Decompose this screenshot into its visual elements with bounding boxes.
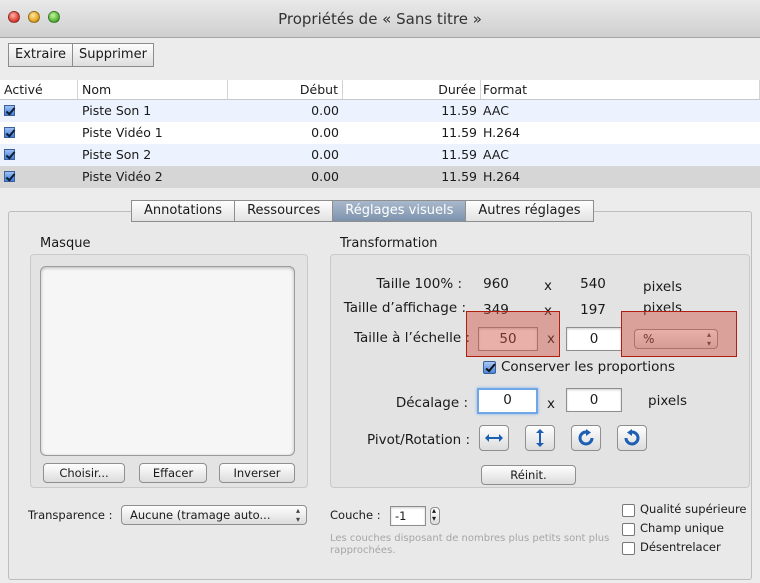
times-symbol: x <box>547 396 555 412</box>
size-100-label: Taille 100% : <box>376 276 462 292</box>
table-body: Piste Son 1 0.00 11.59 AAC Piste Vidéo 1… <box>0 100 760 188</box>
flip-vertical-button[interactable] <box>525 425 555 451</box>
choose-mask-button[interactable]: Choisir... <box>43 463 125 483</box>
clear-mask-button[interactable]: Effacer <box>139 463 207 483</box>
layer-label: Couche : <box>330 508 381 522</box>
times-symbol: x <box>544 278 552 294</box>
track-format: AAC <box>483 147 509 162</box>
layer-stepper[interactable] <box>430 506 440 525</box>
keep-proportions-label: Conserver les proportions <box>501 359 676 375</box>
enabled-checkbox[interactable] <box>4 105 15 116</box>
tab-annotations[interactable]: Annotations <box>131 200 236 222</box>
tracks-table: Activé Nom Début Durée Format Piste Son … <box>0 80 760 188</box>
window-title: Propriétés de « Sans titre » <box>278 10 482 28</box>
enabled-checkbox[interactable] <box>4 127 15 138</box>
extract-button[interactable]: Extraire <box>8 43 73 67</box>
high-quality-checkbox[interactable] <box>622 504 635 517</box>
rotate-cw-icon <box>578 429 594 446</box>
column-header-duration[interactable]: Durée <box>343 80 481 99</box>
layer-note: Les couches disposant de nombres plus pe… <box>330 533 610 556</box>
pivot-rotation-label: Pivot/Rotation : <box>367 432 470 448</box>
scale-size-label: Taille à l’échelle : <box>354 330 470 346</box>
display-height: 197 <box>580 302 606 318</box>
transparency-label: Transparence : <box>28 508 113 522</box>
enabled-checkbox[interactable] <box>4 149 15 160</box>
rotate-ccw-icon <box>624 429 640 446</box>
scale-width-highlight <box>466 311 560 357</box>
column-header-format[interactable]: Format <box>481 80 760 99</box>
pixels-unit: pixels <box>643 279 682 295</box>
properties-window: Propriétés de « Sans titre » Extraire Su… <box>0 0 760 583</box>
mask-image-well[interactable] <box>40 266 295 456</box>
rotate-counterclockwise-button[interactable] <box>617 425 647 451</box>
offset-y-input[interactable]: 0 <box>566 388 622 412</box>
deinterlace-checkbox[interactable] <box>622 542 635 555</box>
transparency-value: Aucune (tramage auto... <box>130 508 271 522</box>
table-row-selected[interactable]: Piste Vidéo 2 0.00 11.59 H.264 <box>0 166 760 188</box>
size-100-width: 960 <box>483 276 509 292</box>
arrow-up-down-icon <box>536 429 544 447</box>
invert-mask-button[interactable]: Inverser <box>219 463 295 483</box>
track-duration: 11.59 <box>441 147 477 162</box>
offset-label: Décalage : <box>395 395 468 411</box>
track-start: 0.00 <box>311 103 339 118</box>
tab-visual-settings[interactable]: Réglages visuels <box>333 200 467 222</box>
high-quality-label: Qualité supérieure <box>640 502 747 516</box>
track-name: Piste Vidéo 1 <box>82 125 163 140</box>
track-format: AAC <box>483 103 509 118</box>
transparency-select[interactable]: Aucune (tramage auto... ▴ ▾ <box>121 505 307 525</box>
scale-height-input[interactable]: 0 <box>566 327 622 351</box>
title-bar: Propriétés de « Sans titre » <box>0 0 760 38</box>
arrow-left-right-icon <box>485 434 503 442</box>
chevron-updown-icon: ▴ ▾ <box>295 506 300 524</box>
single-field-label: Champ unique <box>640 521 724 535</box>
track-duration: 11.59 <box>441 103 477 118</box>
keep-proportions-checkbox[interactable] <box>483 361 496 374</box>
track-start: 0.00 <box>311 125 339 140</box>
table-header: Activé Nom Début Durée Format <box>0 80 760 100</box>
table-row[interactable]: Piste Son 2 0.00 11.59 AAC <box>0 144 760 166</box>
reset-button[interactable]: Réinit. <box>481 465 576 485</box>
track-name: Piste Son 1 <box>82 103 152 118</box>
track-start: 0.00 <box>311 169 339 184</box>
deinterlace-label: Désentrelacer <box>640 540 721 554</box>
delete-button[interactable]: Supprimer <box>72 43 154 67</box>
mask-section-label: Masque <box>40 236 91 251</box>
table-row[interactable]: Piste Son 1 0.00 11.59 AAC <box>0 100 760 122</box>
track-format: H.264 <box>483 169 521 184</box>
track-name: Piste Vidéo 2 <box>82 169 163 184</box>
single-field-checkbox[interactable] <box>622 523 635 536</box>
tab-resources[interactable]: Ressources <box>235 200 334 222</box>
tab-bar: Annotations Ressources Réglages visuels … <box>131 200 594 222</box>
track-name: Piste Son 2 <box>82 147 152 162</box>
column-header-name[interactable]: Nom <box>78 80 228 99</box>
table-row[interactable]: Piste Vidéo 1 0.00 11.59 H.264 <box>0 122 760 144</box>
layer-input[interactable]: -1 <box>390 506 426 526</box>
scale-unit-highlight <box>621 311 737 357</box>
offset-x-input[interactable]: 0 <box>477 388 538 414</box>
toolbar: Extraire Supprimer <box>8 43 154 67</box>
display-size-label: Taille d’affichage : <box>343 300 466 316</box>
column-header-enabled[interactable]: Activé <box>0 80 78 99</box>
track-start: 0.00 <box>311 147 339 162</box>
tab-other-settings[interactable]: Autres réglages <box>466 200 594 222</box>
pixels-unit: pixels <box>648 393 687 409</box>
enabled-checkbox[interactable] <box>4 171 15 182</box>
track-duration: 11.59 <box>441 169 477 184</box>
rotate-clockwise-button[interactable] <box>571 425 601 451</box>
column-header-start[interactable]: Début <box>228 80 343 99</box>
transformation-section-label: Transformation <box>340 236 438 251</box>
track-format: H.264 <box>483 125 521 140</box>
flip-horizontal-button[interactable] <box>479 425 509 451</box>
track-duration: 11.59 <box>441 125 477 140</box>
size-100-height: 540 <box>580 276 606 292</box>
